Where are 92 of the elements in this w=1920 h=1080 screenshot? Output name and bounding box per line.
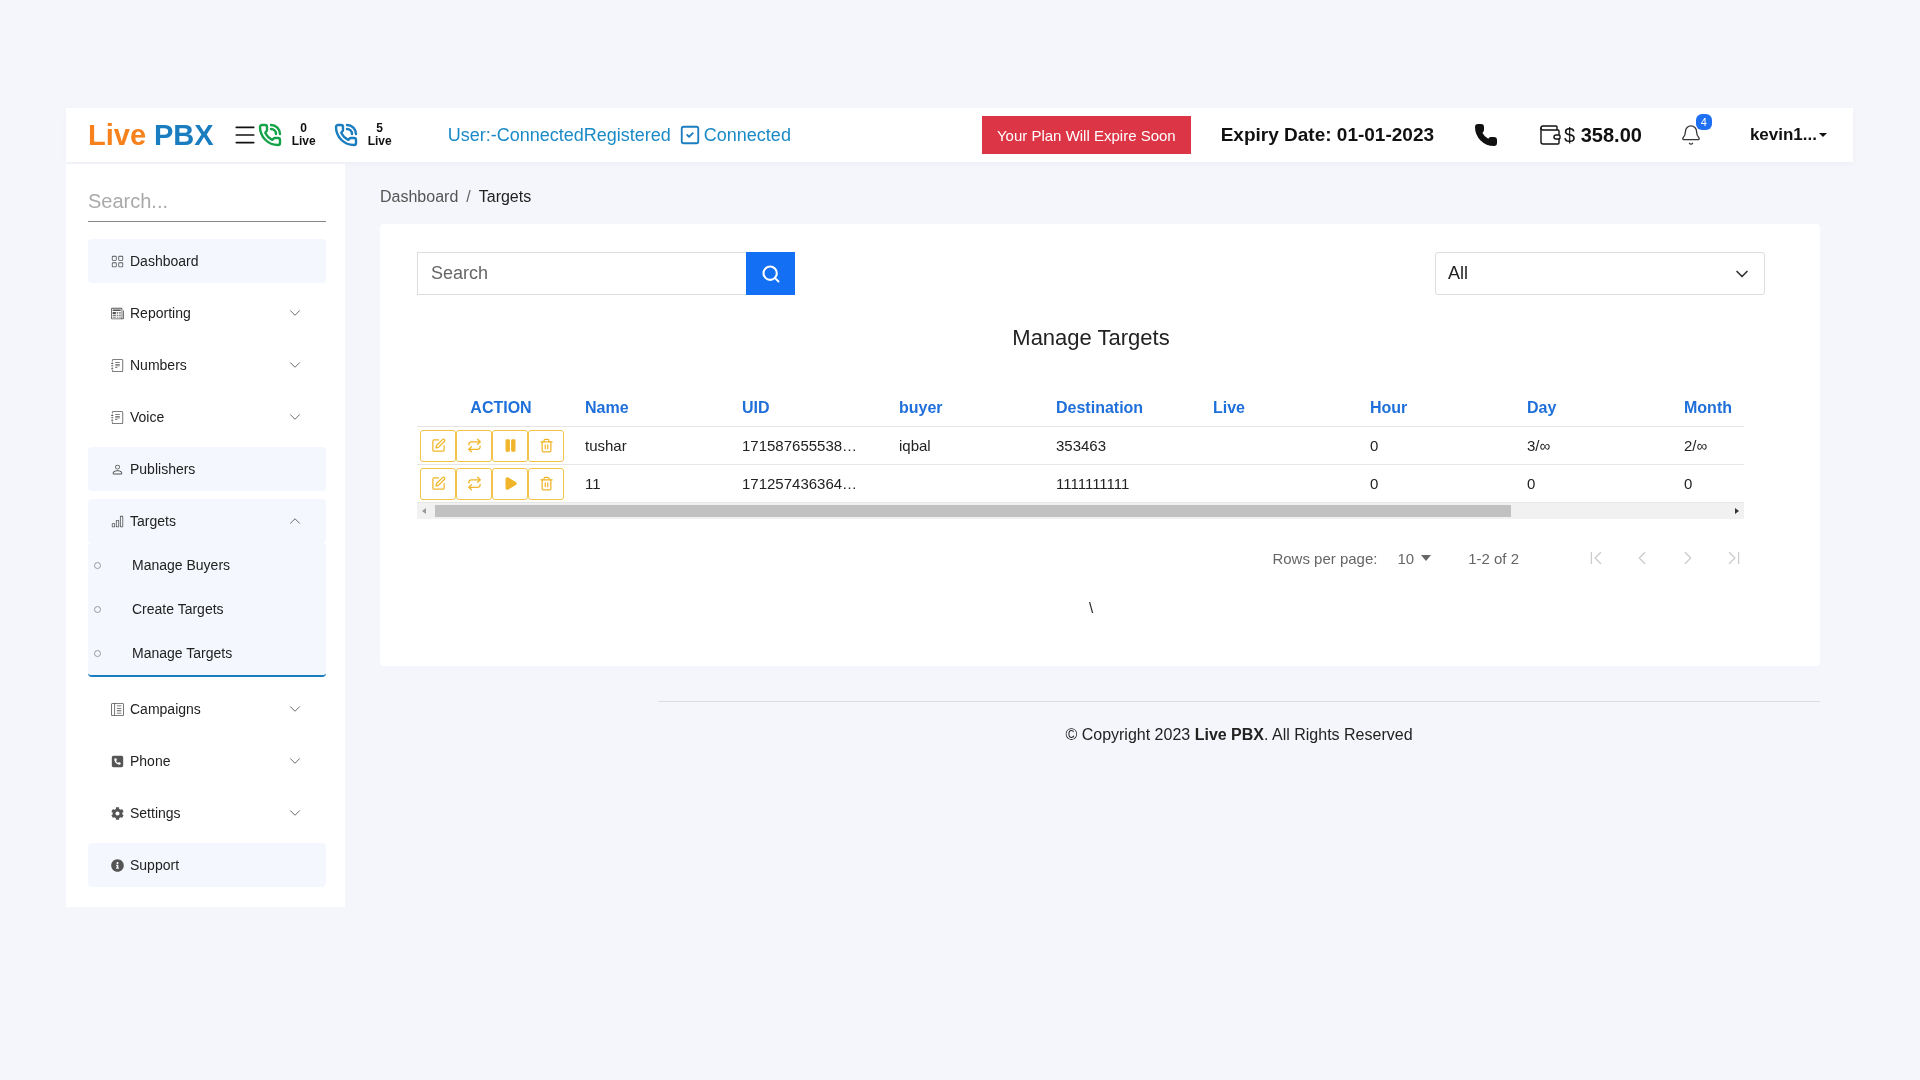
sidebar-item[interactable]: Campaigns [88, 687, 326, 731]
phone-icon[interactable] [1474, 123, 1499, 147]
caret-icon [1420, 554, 1433, 562]
live-counter: 0 Live [291, 122, 316, 148]
stray-text: \ [1088, 599, 1094, 616]
sidebar-item[interactable]: Targets [88, 499, 326, 543]
filter-dropdown[interactable]: All [1435, 252, 1765, 295]
table-cell-text: 171587655538… [742, 437, 859, 454]
sidebar-item[interactable]: Settings [88, 791, 326, 835]
sidebar-item[interactable]: Publishers [88, 447, 326, 491]
phone-call-icon [333, 123, 358, 147]
page-range: 1-2 of 2 [1468, 549, 1519, 567]
column-header: Name [585, 398, 630, 417]
document-icon [111, 410, 124, 424]
info-icon [111, 858, 124, 872]
column-header: UID [742, 398, 771, 417]
expiry-date: Expiry Date: 01-01-2023 [1220, 124, 1435, 146]
table-cell-text: 0 [1370, 475, 1380, 492]
table-cell-text: iqbal [899, 437, 932, 454]
column-header: ACTION [469, 398, 533, 417]
user-menu[interactable]: kevin1... [1743, 124, 1835, 146]
balance: $ 358.00 [1564, 123, 1642, 147]
sidebar-item[interactable]: Reporting [88, 291, 326, 335]
bar-chart-icon [111, 514, 124, 528]
sidebar-item[interactable]: Support [88, 843, 326, 887]
sidebar-item[interactable]: Voice [88, 395, 326, 439]
table-cell-text: 3/∞ [1527, 437, 1552, 454]
table-cell-text: 11 [585, 475, 602, 492]
repeat-button[interactable] [456, 467, 492, 500]
logo-text: PBX [154, 118, 214, 152]
status-text: User:-ConnectedRegistered [447, 124, 671, 146]
rows-per-page-label: Rows per page: [1272, 549, 1378, 567]
table-cell-text: 353463 [1056, 437, 1108, 454]
table-cell-text: 1111111111 [1056, 475, 1131, 492]
breadcrumb-link[interactable]: Dashboard [380, 188, 459, 206]
submenu-item[interactable]: Manage Buyers [88, 543, 326, 587]
caret-icon [1817, 131, 1829, 139]
table-cell-text: 0 [1684, 475, 1694, 492]
notification-badge: 4 [1695, 114, 1712, 130]
search-icon [760, 263, 781, 284]
delete-button[interactable] [528, 467, 564, 500]
page-title: Manage Targets [1011, 325, 1171, 351]
settings-icon [111, 806, 124, 820]
edit-icon [430, 438, 446, 453]
search-button[interactable] [746, 252, 795, 295]
pause-icon [502, 438, 518, 453]
sidebar-item[interactable]: Dashboard [88, 239, 326, 283]
rows-per-page-select[interactable]: 10 [1391, 548, 1439, 568]
breadcrumb-link[interactable]: Targets [478, 188, 532, 206]
table-cell-text: tushar [585, 437, 628, 454]
plan-alert-button[interactable]: Your Plan Will Expire Soon [981, 116, 1191, 154]
document-icon [111, 358, 124, 372]
edit-button[interactable] [420, 429, 456, 462]
column-header: buyer [899, 398, 944, 417]
edit-button[interactable] [420, 467, 456, 500]
play-button[interactable] [492, 467, 528, 500]
play-icon [502, 476, 518, 491]
live-counter: 5 Live [367, 122, 392, 148]
column-header: Day [1527, 398, 1558, 417]
horizontal-scrollbar[interactable] [417, 503, 1744, 519]
person-icon [111, 462, 124, 476]
breadcrumb-separator: / [466, 188, 471, 206]
column-header: Live [1213, 398, 1246, 417]
table-icon [111, 702, 124, 716]
table-cell-text: 0 [1370, 437, 1380, 454]
edit-icon [430, 476, 446, 491]
table-cell-text: 171257436364… [742, 475, 859, 492]
wallet-icon [1538, 123, 1563, 147]
sidebar-item[interactable]: Phone [88, 739, 326, 783]
trash-icon [538, 438, 554, 453]
phone-call-icon [257, 123, 282, 147]
delete-button[interactable] [528, 429, 564, 462]
copyright-text: © Copyright 2023 Live PBX. All Rights Reserved [1065, 726, 1413, 743]
newspaper-icon [111, 306, 124, 320]
table-cell-text: 2/∞ [1684, 437, 1709, 454]
column-header: Month [1684, 398, 1733, 417]
grid-icon [111, 254, 124, 268]
repeat-icon [466, 476, 482, 491]
trash-icon [538, 476, 554, 491]
phone-icon [111, 754, 124, 768]
column-header: Hour [1370, 398, 1409, 417]
connection-status: Connected [703, 124, 791, 146]
sidebar-item[interactable]: Numbers [88, 343, 326, 387]
table-cell-text: 0 [1527, 475, 1537, 492]
pause-button[interactable] [492, 429, 528, 462]
repeat-icon [466, 438, 482, 453]
logo-text: Live [88, 118, 147, 152]
submenu-item[interactable]: Create Targets [88, 587, 326, 631]
column-header: Destination [1056, 398, 1145, 417]
repeat-button[interactable] [456, 429, 492, 462]
bell-icon[interactable] [1679, 124, 1702, 146]
submenu-item[interactable]: Manage Targets [88, 631, 326, 675]
